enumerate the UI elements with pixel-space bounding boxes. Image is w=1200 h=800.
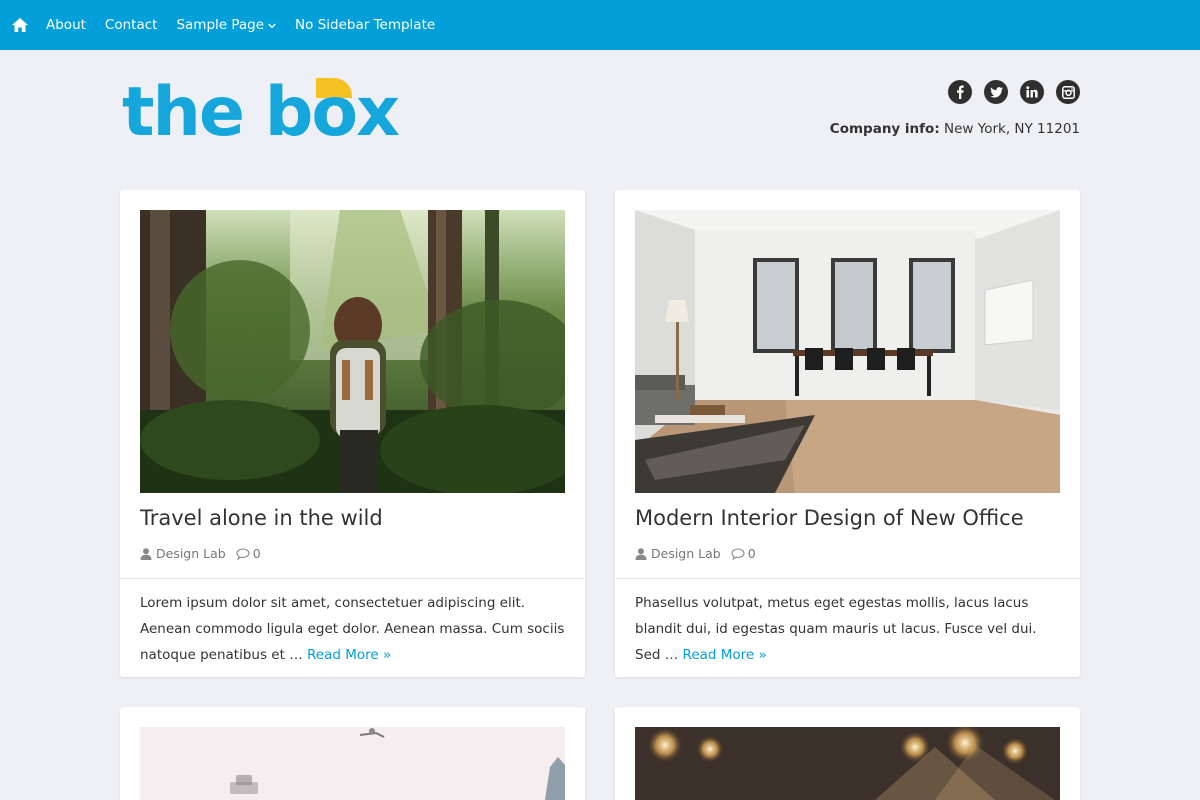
comment-icon bbox=[236, 547, 250, 560]
post-excerpt: Phasellus volutpat, metus eget egestas m… bbox=[635, 590, 1063, 668]
post-author[interactable]: Design Lab bbox=[651, 546, 721, 561]
logo-text: the box bbox=[122, 73, 400, 152]
company-info-label: Company info: bbox=[829, 121, 940, 137]
nav-no-sidebar-label: No Sidebar Template bbox=[295, 17, 436, 33]
post-comment-count[interactable]: 0 bbox=[748, 546, 756, 561]
facebook-icon[interactable] bbox=[948, 80, 972, 104]
post-thumbnail-forest[interactable] bbox=[140, 210, 565, 493]
post-thumbnail-lights[interactable] bbox=[635, 727, 1060, 800]
post-card: Modern Interior Design of New Office Des… bbox=[615, 190, 1080, 677]
comment-icon bbox=[731, 547, 745, 560]
post-thumbnail-office[interactable] bbox=[635, 210, 1060, 493]
company-info-value: New York, NY 11201 bbox=[944, 121, 1080, 137]
social-links bbox=[936, 80, 1080, 104]
nav-about[interactable]: About bbox=[46, 17, 86, 33]
post-title[interactable]: Modern Interior Design of New Office bbox=[635, 506, 1024, 530]
read-more-link[interactable]: Read More » bbox=[307, 647, 391, 663]
card-divider bbox=[615, 578, 1080, 579]
chevron-down-icon bbox=[268, 23, 276, 29]
post-meta: Design Lab 0 bbox=[140, 546, 261, 561]
user-icon bbox=[140, 547, 152, 560]
nav-about-label: About bbox=[46, 17, 86, 33]
post-excerpt: Lorem ipsum dolor sit amet, consectetuer… bbox=[140, 590, 568, 668]
card-divider bbox=[120, 578, 585, 579]
company-info: Company info: New York, NY 11201 bbox=[830, 121, 1080, 137]
read-more-link[interactable]: Read More » bbox=[683, 647, 767, 663]
top-navigation: About Contact Sample Page No Sidebar Tem… bbox=[0, 0, 1200, 50]
home-icon[interactable] bbox=[11, 16, 29, 34]
post-title[interactable]: Travel alone in the wild bbox=[140, 506, 383, 530]
post-meta: Design Lab 0 bbox=[635, 546, 756, 561]
linkedin-icon[interactable] bbox=[1020, 80, 1044, 104]
nav-sample-page-label: Sample Page bbox=[176, 17, 265, 33]
post-card: Travel alone in the wild Design Lab 0 Lo… bbox=[120, 190, 585, 677]
post-card bbox=[615, 707, 1080, 800]
nav-sample-page[interactable]: Sample Page bbox=[176, 17, 276, 33]
post-card bbox=[120, 707, 585, 800]
nav-contact-label: Contact bbox=[104, 17, 158, 33]
nav-no-sidebar-template[interactable]: No Sidebar Template bbox=[295, 17, 435, 33]
post-author[interactable]: Design Lab bbox=[156, 546, 226, 561]
site-logo[interactable]: the box bbox=[122, 76, 400, 148]
instagram-icon[interactable] bbox=[1056, 80, 1080, 104]
nav-contact[interactable]: Contact bbox=[105, 17, 158, 33]
post-thumbnail-sky[interactable] bbox=[140, 727, 565, 800]
user-icon bbox=[635, 547, 647, 560]
post-comment-count[interactable]: 0 bbox=[253, 546, 261, 561]
twitter-icon[interactable] bbox=[984, 80, 1008, 104]
